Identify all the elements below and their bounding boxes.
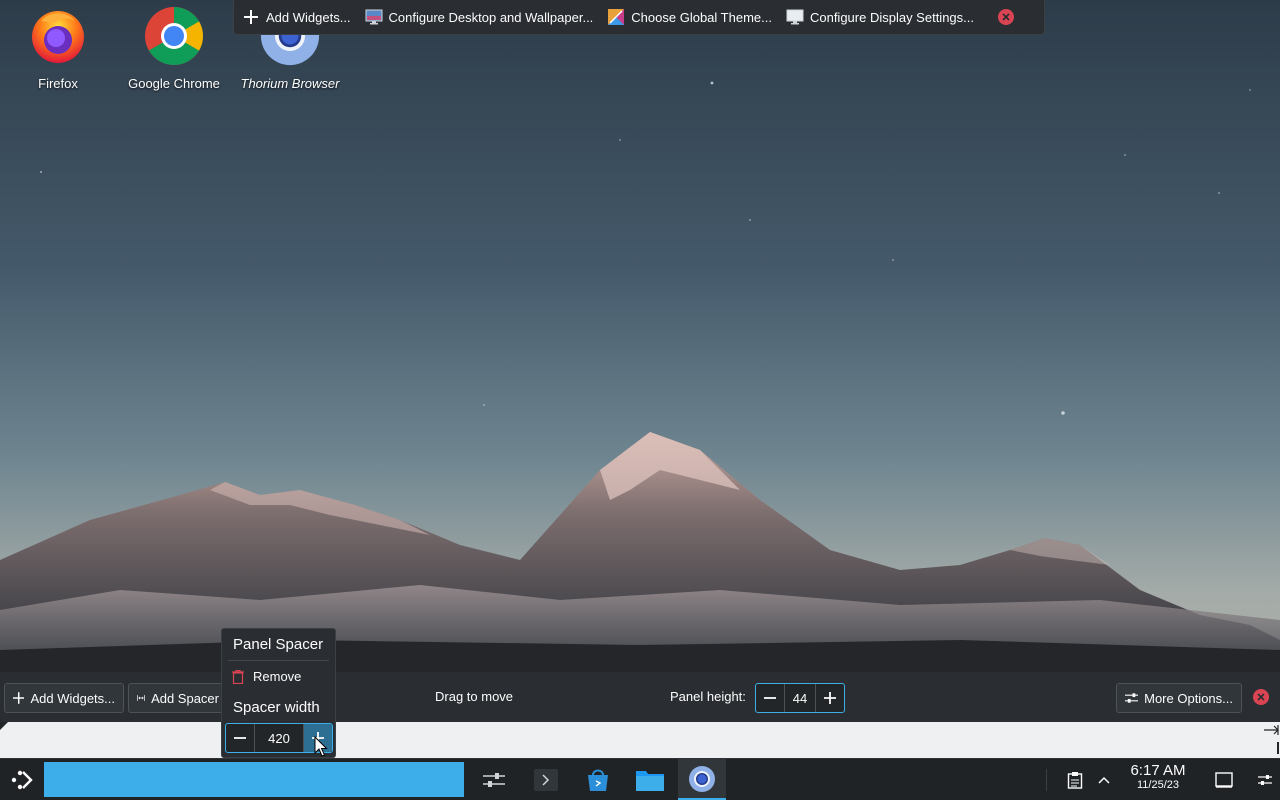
desktop-icon-firefox[interactable]: Firefox [2,6,114,98]
panel-height-increase-button[interactable] [816,684,844,712]
panel-height-decrease-button[interactable] [756,684,784,712]
close-icon [1257,693,1265,701]
spacer-width-decrease-button[interactable] [226,724,254,752]
popup-title: Panel Spacer [233,636,324,653]
minus-icon [764,697,776,699]
wallpaper-icon [365,8,383,26]
clock-date: 11/25/23 [1136,779,1179,791]
desktop-wallpaper [0,0,1280,760]
show-desktop-button[interactable] [1210,759,1238,800]
desktop-icon-label: Thorium Browser [240,76,340,91]
trash-icon [232,669,244,684]
more-options-button[interactable]: More Options... [1116,683,1242,713]
add-spacer-label: Add Spacer [151,690,219,706]
mouse-cursor-icon [314,736,328,757]
application-launcher[interactable] [0,759,44,800]
configure-display-label: Configure Display Settings... [809,9,974,25]
choose-global-theme-label: Choose Global Theme... [631,9,772,25]
folder-icon [636,770,664,791]
more-options-label: More Options... [1144,690,1233,706]
desktop-icon-label: Google Chrome [128,76,220,91]
add-widgets-label: Add Widgets... [266,9,351,25]
tray-clipboard[interactable] [1062,759,1088,800]
plus-icon [242,8,260,26]
spacer-icon [137,695,145,701]
add-widgets-button[interactable]: Add Widgets... [242,8,351,26]
min-length-handle[interactable] [0,722,8,730]
settings-sliders-icon [1258,774,1272,785]
thorium-icon [689,765,715,792]
configure-desktop-button[interactable]: Configure Desktop and Wallpaper... [365,8,594,26]
discover-store-icon [588,769,608,791]
clipboard-icon [1067,771,1083,789]
tray-expand-button[interactable] [1094,759,1114,800]
plus-icon [13,692,25,704]
panel-height-label: Panel height: [670,689,746,704]
panel-ruler [0,722,1280,758]
plus-icon [824,692,836,704]
taskbar-konsole[interactable] [525,759,567,800]
taskbar-discover[interactable] [577,759,619,800]
settings-icon [483,772,505,787]
theme-icon [607,8,625,26]
panel-edit-toolbar: Add Widgets... Add Spacer Drag to move P… [0,672,1280,722]
configure-desktop-label: Configure Desktop and Wallpaper... [388,9,594,25]
configure-display-button[interactable]: Configure Display Settings... [786,8,974,26]
remove-label: Remove [253,669,302,684]
taskbar-panel: 6:17 AM 11/25/23 [0,758,1280,800]
length-marker [1277,742,1279,754]
terminal-icon [534,768,558,791]
settings-sliders-icon [1125,693,1139,703]
taskbar-dolphin[interactable] [629,759,671,800]
desktop-edit-toolbar: Add Widgets... Configure Desktop and Wal… [233,0,1045,35]
panel-add-widgets-button[interactable]: Add Widgets... [4,683,124,713]
spacer-width-value[interactable]: 420 [254,724,304,752]
launcher-icon [11,770,33,789]
panel-height-value[interactable]: 44 [784,684,816,712]
desktop-icon-google-chrome[interactable]: Google Chrome [118,6,230,98]
tray-divider [1046,769,1047,791]
minus-icon [234,737,246,739]
panel-add-widgets-label: Add Widgets... [30,690,115,706]
chevron-up-icon [1098,776,1110,784]
desktop-icon-label: Firefox [38,76,78,91]
remove-spacer-button[interactable]: Remove [232,669,301,684]
close-edit-mode-button[interactable] [998,9,1014,25]
choose-global-theme-button[interactable]: Choose Global Theme... [607,8,772,26]
drag-to-move-label[interactable]: Drag to move [435,689,513,704]
close-panel-edit-button[interactable] [1253,689,1269,705]
firefox-icon [28,6,88,66]
max-length-handle[interactable] [1264,725,1279,735]
taskbar-system-settings[interactable] [473,759,515,800]
close-icon [1002,13,1010,21]
panel-height-spinbox[interactable]: 44 [755,683,845,713]
taskbar-thorium-browser[interactable] [678,759,726,800]
show-desktop-icon [1215,771,1233,788]
add-spacer-button[interactable]: Add Spacer [128,683,228,713]
panel-configure-button[interactable] [1252,759,1278,800]
spacer-width-label: Spacer width [233,699,320,716]
panel-spacer-highlight[interactable] [44,762,464,797]
clock-time: 6:17 AM [1130,762,1186,779]
digital-clock[interactable]: 6:17 AM 11/25/23 [1122,763,1194,791]
chrome-icon [144,6,204,66]
popup-divider [228,660,329,661]
display-icon [786,8,804,26]
